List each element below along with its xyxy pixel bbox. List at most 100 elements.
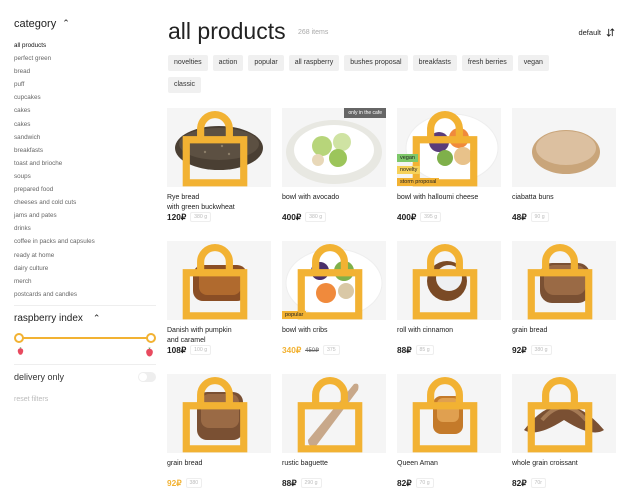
product-image	[282, 374, 386, 453]
category-item-all-products[interactable]: all products	[14, 39, 156, 52]
filter-chip[interactable]: breakfasts	[412, 55, 457, 71]
shopping-bag-icon[interactable]	[512, 377, 612, 453]
product-weight: 70 g	[415, 478, 434, 488]
category-item[interactable]: puff	[14, 78, 156, 91]
filter-chip[interactable]: vegan	[517, 55, 549, 71]
product-name: bowl with halloumi cheese	[397, 194, 479, 201]
shopping-bag-icon[interactable]	[167, 111, 267, 187]
category-item[interactable]: toast and brioche	[14, 157, 156, 170]
product-card[interactable]: Rye bread with green buckwheat 120₽ 380 g	[167, 108, 271, 226]
slider-max-handle[interactable]	[146, 332, 156, 343]
price-row: 120₽ 380 g	[167, 212, 271, 222]
category-item[interactable]: breakfasts	[14, 144, 156, 157]
price-row: 92₽ 380	[167, 478, 271, 488]
shopping-bag-icon[interactable]	[282, 377, 382, 453]
shopping-bag-icon[interactable]	[167, 244, 267, 320]
product-weight: 90 g	[530, 212, 549, 222]
product-name: Queen Aman	[397, 460, 438, 467]
filter-chip[interactable]: action	[212, 55, 244, 71]
page-title: all products	[168, 18, 286, 44]
product-grid: Rye bread with green buckwheat 120₽ 380 g …	[167, 108, 616, 492]
product-price: 82₽	[512, 478, 527, 488]
shopping-bag-icon[interactable]	[397, 244, 497, 320]
category-item[interactable]: cakes	[14, 118, 156, 131]
product-weight: 70г	[530, 478, 547, 488]
product-card[interactable]: Danish with pumpkin and caramel 108₽ 100 g	[167, 241, 271, 359]
product-price: 92₽	[167, 478, 182, 488]
filter-chip[interactable]: popular	[248, 55, 284, 71]
shopping-bag-icon[interactable]	[282, 244, 382, 320]
product-image	[167, 241, 271, 320]
product-card[interactable]: roll with cinnamon 88₽ 85 g	[397, 241, 501, 359]
category-item[interactable]: merch	[14, 275, 156, 288]
slider-track	[18, 336, 150, 339]
category-title: category	[14, 18, 57, 30]
category-item[interactable]: ready at home	[14, 249, 156, 262]
category-item[interactable]: prepared food	[14, 183, 156, 196]
category-item[interactable]: sandwich	[14, 131, 156, 144]
product-name: grain bread	[512, 327, 548, 334]
slider-min-handle[interactable]	[14, 332, 24, 343]
product-name: ciabatta buns	[512, 194, 554, 201]
sidebar: category ⌃ all products perfect green br…	[14, 14, 156, 403]
category-item[interactable]: perfect green	[14, 52, 156, 65]
product-weight: 380 g	[305, 212, 327, 222]
product-card[interactable]: grain bread 92₽ 380	[167, 374, 271, 492]
category-item[interactable]: cupcakes	[14, 91, 156, 104]
shopping-bag-icon[interactable]	[512, 244, 612, 320]
category-item[interactable]: cheeses and cold cuts	[14, 196, 156, 209]
category-item[interactable]: jams and pates	[14, 209, 156, 222]
shopping-bag-icon[interactable]	[397, 377, 497, 453]
category-item[interactable]: soups	[14, 170, 156, 183]
item-count: 268 items	[298, 29, 329, 36]
raspberry-index-title: raspberry index	[14, 312, 83, 324]
reset-filters-button[interactable]: reset filters	[14, 396, 156, 403]
product-weight: 375	[322, 345, 340, 355]
product-name: roll with cinnamon	[397, 327, 454, 334]
product-weight: 380 g	[530, 345, 552, 355]
product-card[interactable]: ciabatta buns 48₽ 90 g	[512, 108, 616, 226]
shopping-bag-icon[interactable]	[397, 111, 497, 187]
category-item[interactable]: cakes	[14, 104, 156, 117]
ciabatta-image	[532, 130, 600, 174]
raspberry-index-toggle[interactable]: raspberry index ⌃	[14, 313, 156, 324]
product-card[interactable]: vegan novelty storm proposal bowl with h…	[397, 108, 501, 226]
filter-chip[interactable]: fresh berries	[461, 55, 513, 71]
filter-chip[interactable]: classic	[168, 77, 202, 93]
product-card[interactable]: whole grain croissant 82₽ 70г	[512, 374, 616, 492]
product-card[interactable]: Queen Aman 82₽ 70 g	[397, 374, 501, 492]
avocado-bowl-image	[286, 120, 382, 184]
product-name: Danish with pumpkin and caramel	[167, 327, 232, 344]
product-price: 88₽	[397, 345, 412, 355]
chevron-up-icon: ⌃	[62, 17, 70, 28]
price-row: 88₽ 290 g	[282, 478, 386, 488]
product-card[interactable]: popular bowl with cribs 340₽ 450₽ 375	[282, 241, 386, 359]
shopping-bag-icon[interactable]	[167, 377, 267, 453]
filter-chip[interactable]: novelties	[168, 55, 208, 71]
product-name: bowl with cribs	[282, 327, 328, 334]
product-price: 400₽	[282, 212, 302, 222]
category-item[interactable]: dairy culture	[14, 262, 156, 275]
category-toggle[interactable]: category ⌃	[14, 17, 156, 31]
product-card[interactable]: only in the cafe bowl with avocado 400₽ 3…	[282, 108, 386, 226]
filter-chip[interactable]: bushes proposal	[344, 55, 408, 71]
category-item[interactable]: drinks	[14, 222, 156, 235]
product-name: whole grain croissant	[512, 460, 578, 467]
price-row: 92₽ 380 g	[512, 345, 616, 355]
vegan-tag: vegan	[397, 154, 418, 162]
category-item[interactable]: coffee in packs and capsules	[14, 235, 156, 248]
sort-dropdown[interactable]: default	[578, 28, 615, 37]
product-card[interactable]: rustic baguette 88₽ 290 g	[282, 374, 386, 492]
category-item[interactable]: postcards and candles	[14, 288, 156, 301]
category-item[interactable]: bread	[14, 65, 156, 78]
delivery-only-row: delivery only	[14, 371, 156, 382]
old-price: 450₽	[305, 347, 319, 354]
product-card[interactable]: grain bread 92₽ 380 g	[512, 241, 616, 359]
delivery-only-toggle[interactable]	[138, 371, 156, 382]
price-row: 400₽ 395 g	[397, 212, 501, 222]
divider	[14, 304, 156, 306]
raspberry-slider[interactable]	[14, 324, 156, 357]
filter-chip[interactable]: all raspberry	[288, 55, 340, 71]
price-row: 400₽ 380 g	[282, 212, 386, 222]
product-weight: 395 g	[420, 212, 442, 222]
